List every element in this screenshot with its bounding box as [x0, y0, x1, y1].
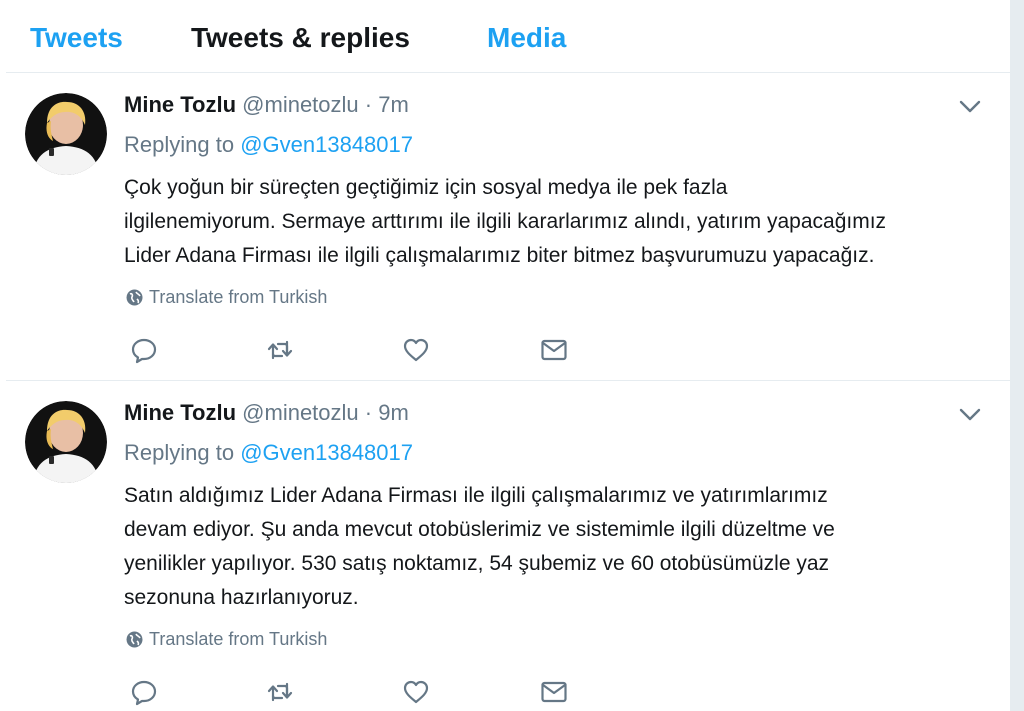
translate-link[interactable]: Translate from Turkish [126, 286, 327, 308]
tweet[interactable]: Mine Tozlu @minetozlu · 7m Replying to @… [6, 73, 1010, 381]
author-handle[interactable]: @minetozlu [242, 400, 359, 425]
replying-to: Replying to @Gven13848017 [124, 439, 413, 467]
tweet-header: Mine Tozlu @minetozlu · 7m [124, 91, 409, 119]
envelope-icon[interactable] [540, 336, 568, 364]
tweet-text-line: sezonuna hazırlanıyoruz. [124, 586, 359, 609]
tweet-timestamp[interactable]: 9m [378, 400, 409, 425]
tweet-text: Satın aldığımız Lider Adana Firması ile … [124, 479, 994, 615]
globe-icon [126, 289, 143, 306]
tweet-text-line: devam ediyor. Şu anda mevcut otobüslerim… [124, 518, 835, 541]
scroll-gutter [1010, 0, 1024, 711]
replying-prefix: Replying to [124, 440, 235, 465]
translate-label: Translate from Turkish [149, 287, 328, 307]
heart-icon[interactable] [402, 678, 430, 706]
tweet-text-line: Lider Adana Firması ile ilgili çalışmala… [124, 244, 875, 267]
replying-prefix: Replying to [124, 132, 235, 157]
translate-label: Translate from Turkish [149, 629, 328, 649]
profile-timeline: Tweets Tweets & replies Media Mine Tozlu… [0, 0, 1010, 711]
tweet-text-line: yenilikler yapılıyor. 530 satış noktamız… [124, 552, 830, 575]
tweet-text-line: Çok yoğun bir süreçten geçtiğimiz için s… [124, 176, 728, 199]
retweet-icon[interactable] [266, 678, 294, 706]
avatar[interactable] [25, 401, 107, 483]
reply-icon[interactable] [130, 678, 158, 706]
tweet-text: Çok yoğun bir süreçten geçtiğimiz için s… [124, 171, 994, 273]
globe-icon [126, 631, 143, 648]
replying-to: Replying to @Gven13848017 [124, 131, 413, 159]
reply-icon[interactable] [130, 336, 158, 364]
chevron-down-icon[interactable] [958, 97, 982, 115]
replying-to-mention[interactable]: @Gven13848017 [240, 132, 413, 157]
tweet-actions [130, 678, 590, 706]
avatar[interactable] [25, 93, 107, 175]
separator-dot: · [364, 400, 373, 425]
tab-media[interactable]: Media [487, 20, 566, 56]
profile-tabs: Tweets Tweets & replies Media [6, 0, 1010, 73]
tweet-text-line: Satın aldığımız Lider Adana Firması ile … [124, 484, 828, 507]
tab-tweets-and-replies[interactable]: Tweets & replies [191, 20, 410, 56]
retweet-icon[interactable] [266, 336, 294, 364]
replying-to-mention[interactable]: @Gven13848017 [240, 440, 413, 465]
tweet-timestamp[interactable]: 7m [378, 92, 409, 117]
heart-icon[interactable] [402, 336, 430, 364]
author-name[interactable]: Mine Tozlu [124, 400, 236, 425]
chevron-down-icon[interactable] [958, 405, 982, 423]
tab-tweets[interactable]: Tweets [30, 20, 123, 56]
separator-dot: · [364, 92, 373, 117]
author-name[interactable]: Mine Tozlu [124, 92, 236, 117]
tweet-text-line: ilgilenemiyorum. Sermaye arttırımı ile i… [124, 210, 887, 233]
tweet-header: Mine Tozlu @minetozlu · 9m [124, 399, 409, 427]
tweet[interactable]: Mine Tozlu @minetozlu · 9m Replying to @… [6, 381, 1010, 706]
translate-link[interactable]: Translate from Turkish [126, 628, 327, 650]
tweet-actions [130, 336, 590, 364]
author-handle[interactable]: @minetozlu [242, 92, 359, 117]
envelope-icon[interactable] [540, 678, 568, 706]
